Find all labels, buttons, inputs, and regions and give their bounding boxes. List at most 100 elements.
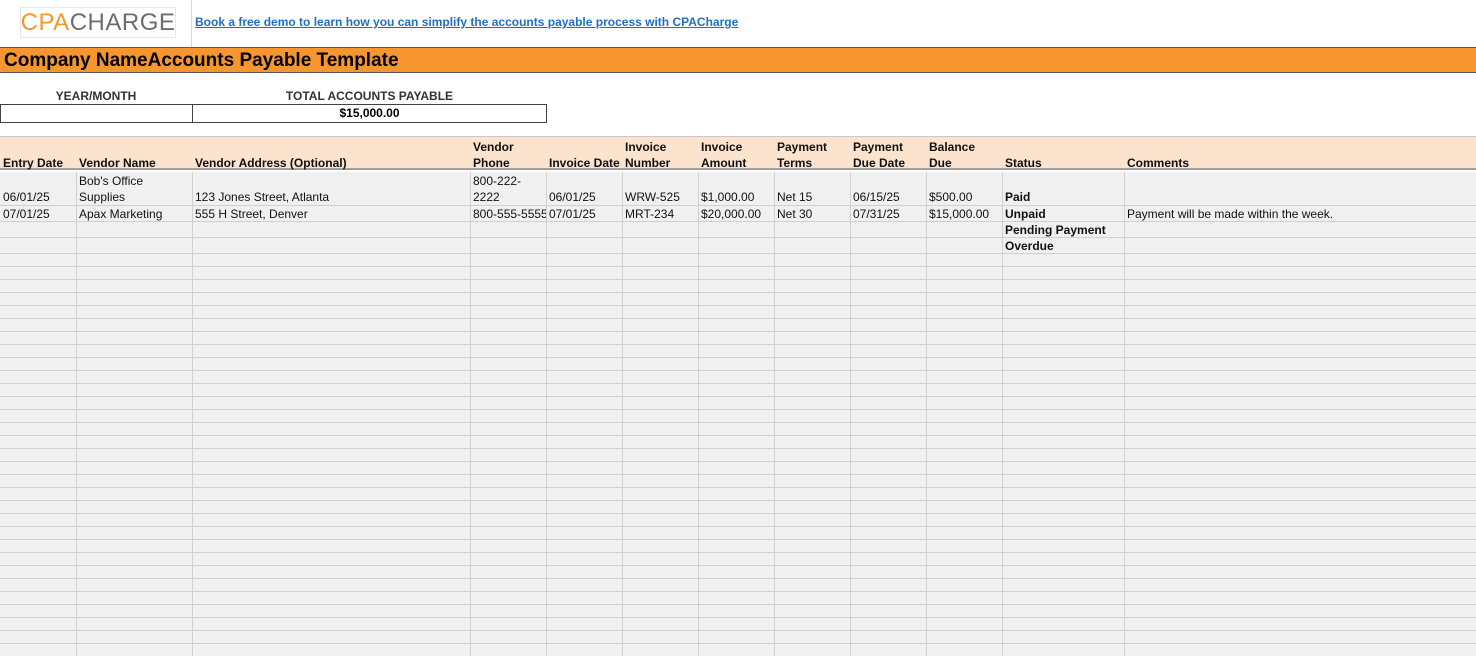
header-invoice-date: Invoice Date [549,156,620,170]
page-title: Company NameAccounts Payable Template [4,50,399,71]
grid-row-line [0,435,1476,436]
header-vendor-name: Vendor Name [79,156,156,170]
grid-row-line [0,500,1476,501]
row1-balance-due[interactable]: $500.00 [929,189,972,205]
row2-vendor-phone[interactable]: 800-555-5555 [473,206,546,222]
row2-status[interactable]: Unpaid [1005,206,1046,222]
table-body: 06/01/25 Bob's Office Supplies 123 Jones… [0,172,1476,656]
grid-row-line [0,630,1476,631]
grid-row-line [0,305,1476,306]
header-status: Status [1005,156,1042,170]
grid-row-line [0,461,1476,462]
row2-vendor-address[interactable]: 555 H Street, Denver [195,206,308,222]
grid-row-line [0,357,1476,358]
grid-row-line [0,604,1476,605]
total-ap-label: TOTAL ACCOUNTS PAYABLE [285,89,454,103]
grid-row-line [0,318,1476,319]
row2-comments[interactable]: Payment will be made within the week. [1127,206,1333,222]
grid-row-line [0,383,1476,384]
grid-row-line [0,253,1476,254]
book-demo-link[interactable]: Book a free demo to learn how you can si… [195,15,738,29]
grid-row-line [0,422,1476,423]
grid-row-line [0,643,1476,644]
grid-row-line [0,487,1476,488]
row2-invoice-number[interactable]: MRT-234 [625,206,674,222]
row1-payment-terms[interactable]: Net 15 [777,189,812,205]
grid-column-line [622,172,623,656]
grid-row-line [0,552,1476,553]
grid-row-line [0,279,1476,280]
row1-vendor-name-line2[interactable]: Supplies [79,189,125,205]
grid-row-line [0,344,1476,345]
grid-column-line [850,172,851,656]
header-payment-due-1: Payment [853,140,904,154]
status-option-pending: Pending Payment [1005,223,1106,237]
grid-column-line [698,172,699,656]
year-month-field[interactable] [0,104,193,123]
grid-column-line [470,172,471,656]
grid-row-line [0,409,1476,410]
title-bar: Company NameAccounts Payable Template [0,47,1476,73]
header-balance-due-2: Due [929,156,952,170]
status-option-overdue: Overdue [1005,239,1054,253]
header-invoice-amount-1: Invoice [701,140,743,154]
grid-row-line [0,526,1476,527]
row2-balance-due[interactable]: $15,000.00 [929,206,989,222]
year-month-label: YEAR/MONTH [55,89,137,103]
grid-column-line [546,172,547,656]
row2-payment-due[interactable]: 07/31/25 [853,206,900,222]
row1-vendor-name-line1[interactable]: Bob's Office [79,173,143,189]
row1-invoice-date[interactable]: 06/01/25 [549,189,596,205]
header-payment-terms-2: Terms [777,156,813,170]
grid-row-line [0,396,1476,397]
grid-row-line [0,448,1476,449]
header-entry-date: Entry Date [3,156,64,170]
row1-payment-due[interactable]: 06/15/25 [853,189,900,205]
row2-vendor-name[interactable]: Apax Marketing [79,206,162,222]
grid-column-line [76,172,77,656]
grid-row-line [0,539,1476,540]
grid-column-line [926,172,927,656]
row1-status[interactable]: Paid [1005,189,1030,205]
grid-row-line [0,617,1476,618]
header-payment-terms-1: Payment [777,140,828,154]
grid-column-line [192,172,193,656]
grid-column-line [1002,172,1003,656]
row1-vendor-address[interactable]: 123 Jones Street, Atlanta [195,189,329,205]
grid-row-line [0,266,1476,267]
row1-invoice-amount[interactable]: $1,000.00 [701,189,754,205]
header-balance-due-1: Balance [929,140,976,154]
header-invoice-amount-2: Amount [701,156,747,170]
header-payment-due-2: Due Date [853,156,906,170]
logo-text-cpa: CPA [20,8,70,36]
grid-row-line [0,221,1476,222]
header-vendor-address: Vendor Address (Optional) [195,156,347,170]
grid-row-line [0,513,1476,514]
row2-payment-terms[interactable]: Net 30 [777,206,812,222]
header-vendor-phone-1: Vendor [473,140,514,154]
header-vendor-phone-2: Phone [473,156,510,170]
row1-vendor-phone-line1[interactable]: 800-222- [473,173,546,189]
row2-invoice-amount[interactable]: $20,000.00 [701,206,761,222]
grid-row-line [0,370,1476,371]
header-invoice-number-1: Invoice [625,140,667,154]
grid-row-line [0,474,1476,475]
row2-invoice-date[interactable]: 07/01/25 [549,206,596,222]
grid-column-line [774,172,775,656]
grid-row-line [0,292,1476,293]
grid-row-line [0,565,1476,566]
grid-row-line [0,331,1476,332]
row2-entry-date[interactable]: 07/01/25 [3,206,50,222]
row1-vendor-phone-line2[interactable]: 2222 [473,189,546,205]
grid-column-line [1124,172,1125,656]
grid-row-line [0,578,1476,579]
header-invoice-number-2: Number [625,156,671,170]
row1-entry-date[interactable]: 06/01/25 [3,189,50,205]
grid-row-line [0,237,1476,238]
grid-row-line [0,205,1476,206]
grid-row-line [0,591,1476,592]
total-ap-value: $15,000.00 [192,104,547,123]
header-comments: Comments [1127,156,1190,170]
row1-invoice-number[interactable]: WRW-525 [625,189,680,205]
table-header: Entry Date Vendor Name Vendor Address (O… [0,136,1476,170]
